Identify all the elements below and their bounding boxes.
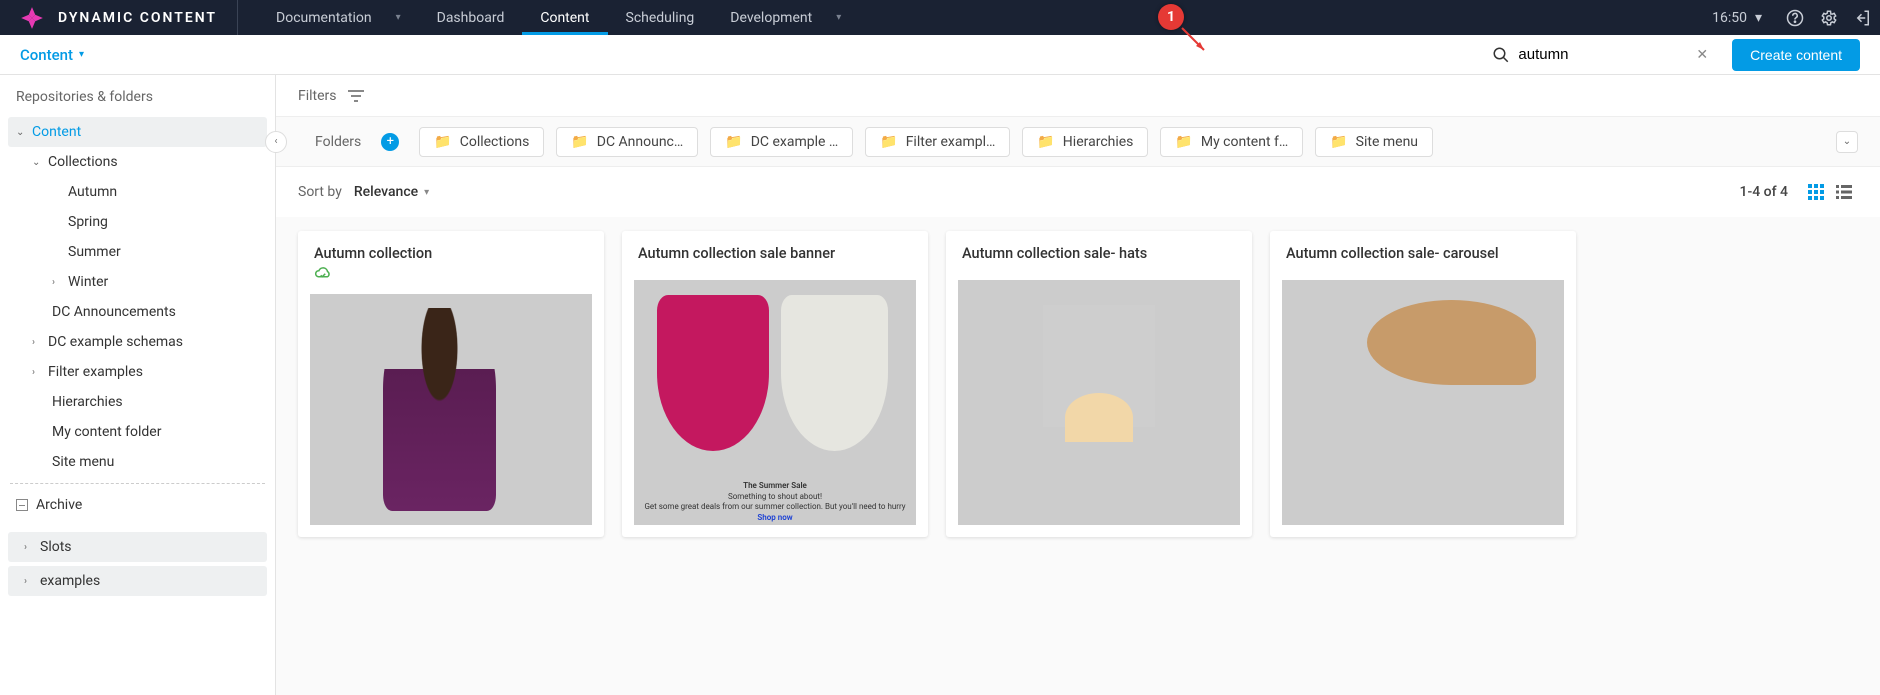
chevron-down-icon: ▾ [79,49,84,60]
sort-bar: Sort by Relevance▾ 1-4 of 4 [276,167,1880,217]
sidebar-item-site-menu[interactable]: Site menu [0,447,275,477]
chevron-down-icon: ⌄ [32,157,48,168]
sidebar-section-examples[interactable]: ›examples [8,566,267,596]
sub-toolbar: Content ▾ ✕ Create content [0,35,1880,75]
content-card[interactable]: Autumn collection [298,231,604,537]
folder-chip-filter-examples[interactable]: 📁Filter exampl… [865,127,1010,157]
sidebar: Repositories & folders ⌄Content ⌄Collect… [0,75,276,695]
sidebar-divider [10,483,265,484]
nav-divider [237,0,238,35]
chevron-right-icon: › [32,367,48,378]
folder-icon: 📁 [571,134,588,150]
sidebar-item-archive[interactable]: Archive [0,490,275,520]
search-input[interactable] [1518,46,1678,63]
folder-icon: 📁 [1330,134,1347,150]
filters-bar: Filters [276,75,1880,117]
folder-chip-dc-announcements[interactable]: 📁DC Announc… [556,127,698,157]
brand-logo-icon [18,4,46,32]
sidebar-item-collections[interactable]: ⌄Collections [0,147,275,177]
folder-icon: 📁 [434,134,451,150]
folder-icon: 📁 [880,134,897,150]
result-count: 1-4 of 4 [1740,184,1788,200]
top-navbar: DYNAMIC CONTENT Documentation▾ Dashboard… [0,0,1880,35]
published-status-icon [298,266,604,288]
annotation-arrow-icon [1180,26,1210,56]
nav-dashboard[interactable]: Dashboard [419,0,523,35]
chevron-down-icon: ▾ [1755,10,1762,26]
folder-chip-dc-example[interactable]: 📁DC example … [710,127,853,157]
folder-chip-site-menu[interactable]: 📁Site menu [1315,127,1433,157]
chevron-right-icon: › [52,277,68,288]
search-icon[interactable] [1492,46,1510,64]
card-thumbnail [958,280,1240,525]
folders-label: Folders [315,134,361,150]
list-view-icon[interactable] [1830,178,1858,206]
sidebar-item-filter-examples[interactable]: ›Filter examples [0,357,275,387]
sidebar-section-slots[interactable]: ›Slots [8,532,267,562]
card-title: Autumn collection sale banner [622,231,928,266]
banner-caption: The Summer Sale Something to shout about… [634,481,916,523]
nav-scheduling[interactable]: Scheduling [608,0,713,35]
chevron-down-icon: ▾ [424,187,429,198]
folder-chip-my-content[interactable]: 📁My content f… [1160,127,1303,157]
nav-development[interactable]: Development▾ [712,0,859,35]
folder-icon: 📁 [725,134,742,150]
filters-label: Filters [298,88,337,104]
folder-icon: 📁 [1037,134,1054,150]
clock[interactable]: 16:50▾ [1696,10,1778,26]
card-thumbnail: The Summer Sale Something to shout about… [634,280,916,525]
folder-chip-hierarchies[interactable]: 📁Hierarchies [1022,127,1148,157]
nav-content[interactable]: Content [522,0,607,35]
archive-icon [16,499,28,511]
card-title: Autumn collection sale- carousel [1270,231,1576,266]
annotation-badge-1: 1 [1158,4,1184,30]
sort-label: Sort by [298,184,342,200]
sidebar-item-content[interactable]: ⌄Content [8,117,267,147]
content-type-dropdown[interactable]: Content ▾ [20,46,84,64]
sidebar-item-my-content-folder[interactable]: My content folder [0,417,275,447]
card-title: Autumn collection [298,231,604,266]
search-field: ✕ [1492,43,1718,67]
sidebar-item-spring[interactable]: Spring [0,207,275,237]
chevron-down-icon: ▾ [396,12,401,23]
add-folder-button[interactable]: + [381,133,399,151]
content-card[interactable]: Autumn collection sale- carousel [1270,231,1576,537]
collapse-sidebar-icon[interactable]: ‹ [265,131,287,153]
sort-dropdown[interactable]: Relevance▾ [354,184,429,200]
content-card[interactable]: Autumn collection sale banner The Summer… [622,231,928,537]
clear-search-icon[interactable]: ✕ [1686,43,1718,67]
content-card[interactable]: Autumn collection sale- hats [946,231,1252,537]
sidebar-item-summer[interactable]: Summer [0,237,275,267]
sidebar-item-autumn[interactable]: Autumn [0,177,275,207]
grid-view-icon[interactable] [1802,178,1830,206]
sidebar-item-hierarchies[interactable]: Hierarchies [0,387,275,417]
folder-icon: 📁 [1175,134,1192,150]
card-thumbnail [1282,280,1564,525]
content-area: Filters ‹ Folders + 📁Collections 📁DC Ann… [276,75,1880,695]
expand-folders-icon[interactable]: ⌄ [1836,131,1858,153]
sidebar-item-winter[interactable]: ›Winter [0,267,275,297]
create-content-button[interactable]: Create content [1732,39,1860,71]
settings-gear-icon[interactable] [1812,1,1846,35]
folders-bar: ‹ Folders + 📁Collections 📁DC Announc… 📁D… [276,117,1880,167]
chevron-down-icon: ▾ [836,12,841,23]
sidebar-heading: Repositories & folders [0,89,275,117]
chevron-down-icon: ⌄ [16,127,32,138]
nav-documentation[interactable]: Documentation▾ [258,0,419,35]
card-title: Autumn collection sale- hats [946,231,1252,266]
sidebar-item-dc-announcements[interactable]: DC Announcements [0,297,275,327]
filter-icon[interactable] [347,89,365,103]
chevron-right-icon: › [32,337,48,348]
folder-chip-collections[interactable]: 📁Collections [419,127,544,157]
brand-text: DYNAMIC CONTENT [58,10,217,26]
content-cards-grid: Autumn collection Autumn collection sale… [276,217,1880,695]
logout-icon[interactable] [1846,1,1880,35]
sidebar-item-dc-example-schemas[interactable]: ›DC example schemas [0,327,275,357]
chevron-right-icon: › [24,576,40,587]
card-thumbnail [310,294,592,525]
chevron-right-icon: › [24,542,40,553]
help-icon[interactable] [1778,1,1812,35]
